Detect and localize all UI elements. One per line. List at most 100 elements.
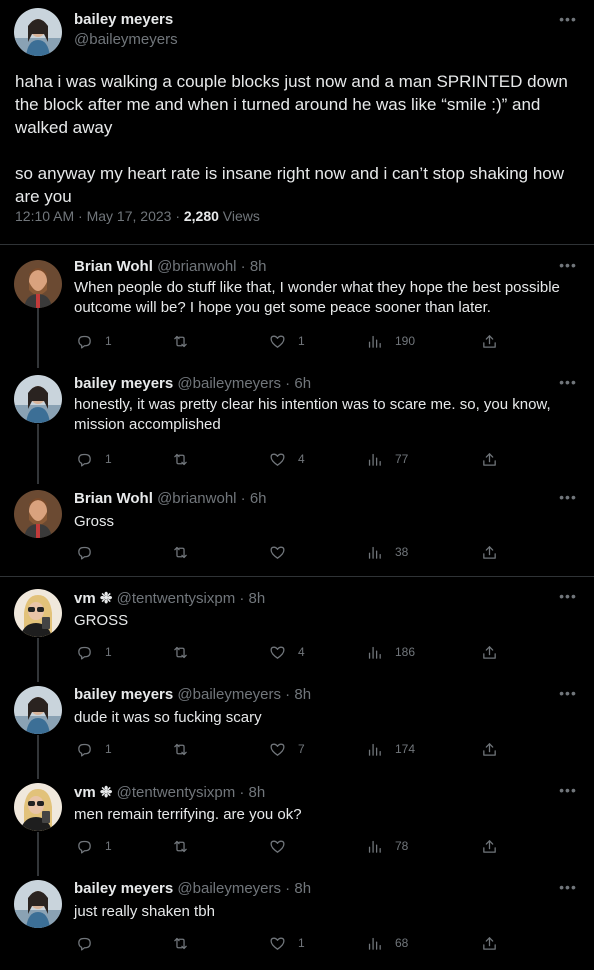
reply-handle-time[interactable]: @tentwentysixpm · 8h	[117, 784, 266, 801]
avatar[interactable]	[14, 490, 62, 538]
like-count: 4	[298, 645, 305, 659]
reply-author-name[interactable]: bailey meyers	[74, 375, 173, 392]
like-button[interactable]: 1	[269, 934, 305, 952]
views-icon	[366, 451, 383, 468]
thread-line	[37, 306, 39, 368]
share-button[interactable]	[481, 332, 498, 350]
repost-button[interactable]	[172, 543, 201, 561]
more-icon[interactable]: •••	[558, 375, 578, 393]
views-button[interactable]: 38	[366, 543, 408, 561]
more-icon[interactable]: •••	[558, 258, 578, 276]
reply-actions: 1 78	[76, 837, 496, 855]
views-icon	[366, 333, 383, 350]
reply-header: bailey meyers @baileymeyers · 8h	[74, 880, 311, 897]
reply-text: just really shaken tbh	[74, 903, 215, 920]
repost-button[interactable]	[172, 332, 201, 350]
more-icon[interactable]: •••	[558, 12, 578, 30]
avatar[interactable]	[14, 686, 62, 734]
more-icon[interactable]: •••	[558, 880, 578, 898]
reply-button[interactable]: 1	[76, 332, 112, 350]
views-button[interactable]: 78	[366, 837, 408, 855]
share-button[interactable]	[481, 837, 498, 855]
reply-handle-time[interactable]: @tentwentysixpm · 8h	[117, 590, 266, 607]
repost-icon	[172, 544, 189, 561]
thread-line	[37, 638, 39, 682]
share-button[interactable]	[481, 450, 498, 468]
reply-handle-time[interactable]: @baileymeyers · 8h	[177, 686, 311, 703]
repost-button[interactable]	[172, 643, 201, 661]
like-button[interactable]	[269, 543, 298, 561]
repost-button[interactable]	[172, 450, 201, 468]
reply-handle-time[interactable]: @brianwohl · 8h	[157, 258, 266, 275]
reply-button[interactable]	[76, 543, 105, 561]
like-button[interactable]: 4	[269, 643, 305, 661]
reply-handle-time[interactable]: @baileymeyers · 8h	[177, 880, 311, 897]
reply-author-name[interactable]: bailey meyers	[74, 880, 173, 897]
views-icon	[366, 838, 383, 855]
more-icon[interactable]: •••	[558, 490, 578, 508]
more-icon[interactable]: •••	[558, 589, 578, 607]
reply-icon	[76, 644, 93, 661]
repost-button[interactable]	[172, 740, 201, 758]
reply-button[interactable]: 1	[76, 837, 112, 855]
views-button[interactable]: 77	[366, 450, 408, 468]
repost-button[interactable]	[172, 934, 201, 952]
reply-button[interactable]	[76, 934, 105, 952]
reply-text: When people do stuff like that, I wonder…	[74, 279, 560, 316]
avatar[interactable]	[14, 589, 62, 637]
share-icon	[481, 544, 498, 561]
views-count: 78	[395, 839, 409, 853]
reply-icon	[76, 741, 93, 758]
views-button[interactable]: 174	[366, 740, 415, 758]
like-button[interactable]: 4	[269, 450, 305, 468]
reply-handle-time[interactable]: @baileymeyers · 6h	[177, 375, 311, 392]
avatar[interactable]	[14, 375, 62, 423]
like-button[interactable]	[269, 837, 298, 855]
reply-author-name[interactable]: Brian Wohl	[74, 490, 153, 507]
share-button[interactable]	[481, 934, 498, 952]
reply-author-name[interactable]: Brian Wohl	[74, 258, 153, 275]
views-button[interactable]: 190	[366, 332, 415, 350]
reply-header: Brian Wohl @brianwohl · 8h	[74, 258, 267, 275]
reply-actions: 1 68	[76, 934, 496, 952]
views-count: 77	[395, 452, 409, 466]
author-handle[interactable]: @baileymeyers	[74, 31, 178, 48]
avatar[interactable]	[14, 880, 62, 928]
tweet-paragraph: so anyway my heart rate is insane right …	[15, 164, 565, 206]
reply-text: Gross	[74, 513, 115, 530]
reply-button[interactable]: 1	[76, 450, 112, 468]
share-button[interactable]	[481, 643, 498, 661]
reply-icon	[76, 935, 93, 952]
reply-button[interactable]: 1	[76, 643, 112, 661]
repost-icon	[172, 741, 189, 758]
reply-author-name[interactable]: vm ❉	[74, 590, 112, 607]
reply-header: vm ❉ @tentwentysixpm · 8h	[74, 589, 265, 607]
share-icon	[481, 333, 498, 350]
divider	[0, 576, 594, 577]
share-button[interactable]	[481, 543, 498, 561]
like-icon	[269, 544, 286, 561]
reply-author-name[interactable]: vm ❉	[74, 784, 112, 801]
divider	[0, 244, 594, 245]
author-name[interactable]: bailey meyers	[74, 11, 173, 28]
tweet-timestamp[interactable]: 12:10 AM · May 17, 2023 ·	[15, 208, 184, 224]
like-button[interactable]: 7	[269, 740, 305, 758]
avatar[interactable]	[14, 260, 62, 308]
like-icon	[269, 741, 286, 758]
reply-button[interactable]: 1	[76, 740, 112, 758]
reply-count: 1	[105, 742, 112, 756]
more-icon[interactable]: •••	[558, 783, 578, 801]
more-icon[interactable]: •••	[558, 686, 578, 704]
reply-handle-time[interactable]: @brianwohl · 6h	[157, 490, 266, 507]
share-button[interactable]	[481, 740, 498, 758]
reply-header: bailey meyers @baileymeyers · 8h	[74, 686, 311, 703]
views-button[interactable]: 68	[366, 934, 408, 952]
views-count: 174	[395, 742, 416, 756]
reply-count: 1	[105, 645, 112, 659]
like-button[interactable]: 1	[269, 332, 305, 350]
avatar[interactable]	[14, 783, 62, 831]
views-button[interactable]: 186	[366, 643, 415, 661]
repost-button[interactable]	[172, 837, 201, 855]
reply-author-name[interactable]: bailey meyers	[74, 686, 173, 703]
avatar[interactable]	[14, 8, 62, 56]
